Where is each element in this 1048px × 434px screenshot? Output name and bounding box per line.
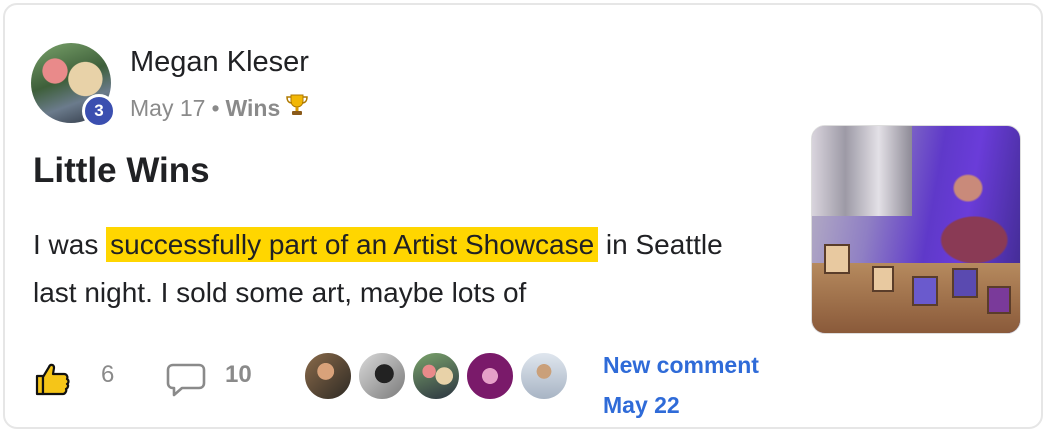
post-card[interactable]: 3 Megan Kleser May 17 • Wins Little Wins… (3, 3, 1043, 429)
thumbnail-artwork (987, 286, 1011, 314)
meta-separator: • (211, 94, 220, 121)
new-comment-link[interactable]: New comment May 22 (603, 345, 759, 425)
new-comment-date: May 22 (603, 392, 680, 418)
thumbnail-backdrop (812, 126, 912, 216)
thumbnail-artwork (912, 276, 938, 306)
post-meta: May 17 • Wins (130, 93, 309, 123)
like-count: 6 (101, 361, 115, 388)
author-avatar-wrap[interactable]: 3 (31, 43, 116, 128)
commenter-avatar[interactable] (303, 351, 353, 401)
level-badge: 3 (82, 94, 116, 128)
commenter-avatar[interactable] (519, 351, 569, 401)
author-name[interactable]: Megan Kleser (130, 46, 309, 79)
thumbnail-artwork (872, 266, 894, 292)
thumbnail-artwork (824, 244, 850, 274)
thumbnail-artwork (952, 268, 978, 298)
thumbs-up-icon (35, 363, 70, 396)
commenter-avatar[interactable] (411, 351, 461, 401)
body-text-start: I was (33, 229, 107, 260)
post-image-thumbnail[interactable] (811, 125, 1021, 334)
new-comment-label: New comment (603, 352, 759, 378)
commenter-avatar[interactable] (357, 351, 407, 401)
comment-icon (166, 363, 206, 397)
trophy-icon (286, 93, 309, 123)
post-date: May 17 (130, 94, 206, 121)
body-highlight: successfully part of an Artist Showcase (106, 227, 599, 262)
comment-button[interactable] (165, 359, 207, 399)
post-title[interactable]: Little Wins (33, 151, 210, 191)
like-button[interactable] (33, 359, 73, 399)
post-category[interactable]: Wins (226, 95, 281, 122)
comment-count: 10 (225, 361, 252, 388)
commenter-avatar[interactable] (465, 351, 515, 401)
post-footer: 6 10 New comment May 22 (33, 351, 793, 418)
post-body[interactable]: I was successfully part of an Artist Sho… (33, 221, 753, 317)
